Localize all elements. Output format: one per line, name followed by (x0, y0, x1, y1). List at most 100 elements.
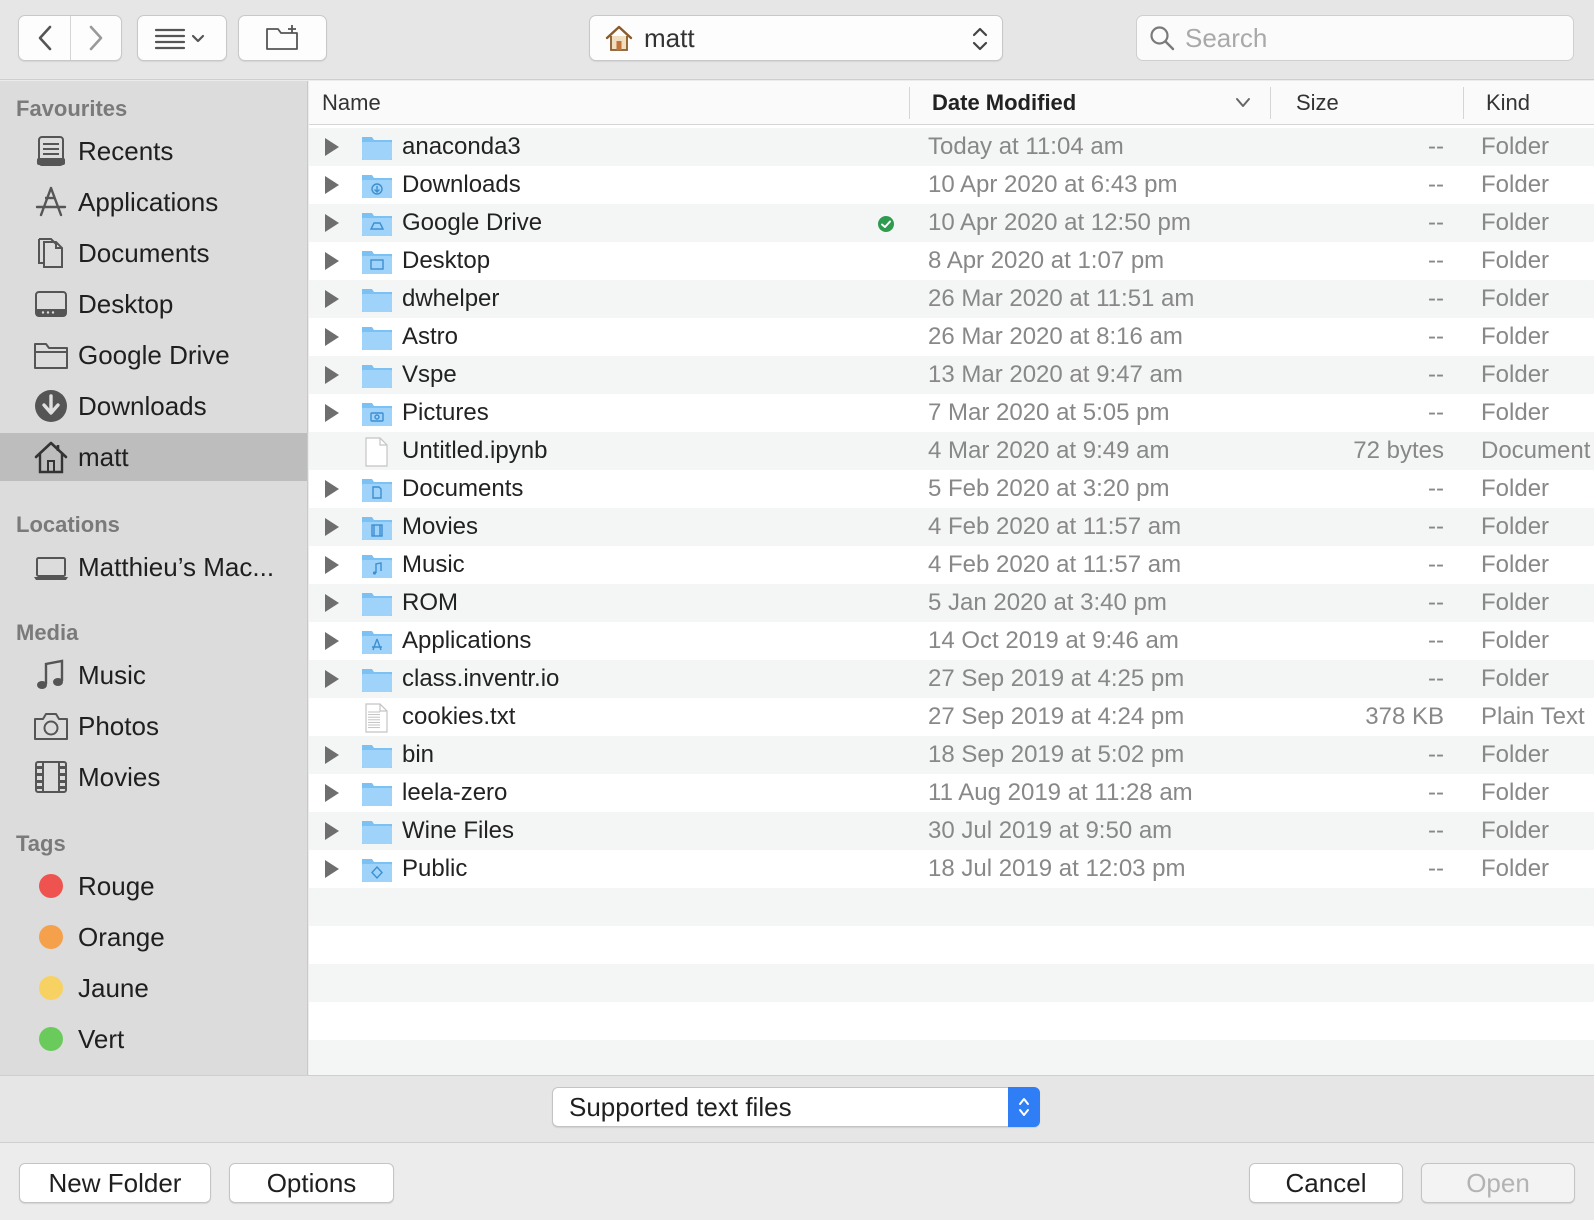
tag-dot-green (33, 1021, 69, 1057)
view-options-button[interactable] (137, 15, 227, 61)
file-name: cookies.txt (402, 703, 516, 730)
disclosure-triangle-icon[interactable] (325, 214, 339, 232)
sidebar-item-macbook[interactable]: Matthieu’s Mac... (0, 543, 307, 591)
disclosure-triangle-icon[interactable] (325, 632, 339, 650)
folder-public-icon (361, 855, 393, 883)
disclosure-triangle-icon[interactable] (325, 176, 339, 194)
file-row[interactable]: bin 18 Sep 2019 at 5:02 pm -- Folder (309, 736, 1594, 774)
file-row[interactable]: Movies 4 Feb 2020 at 11:57 am -- Folder (309, 508, 1594, 546)
file-type-filter-popup[interactable]: Supported text files (552, 1087, 1040, 1127)
disclosure-triangle-icon[interactable] (325, 328, 339, 346)
search-input[interactable] (1185, 22, 1565, 54)
file-list: Name Date Modified Size Kind anaconda3 To… (309, 81, 1594, 1075)
open-button[interactable]: Open (1421, 1163, 1575, 1203)
sidebar-item-downloads[interactable]: Downloads (0, 382, 307, 430)
file-date-modified: 27 Sep 2019 at 4:25 pm (928, 665, 1185, 692)
file-name: Untitled.ipynb (402, 437, 548, 464)
disclosure-triangle-icon[interactable] (325, 746, 339, 764)
options-button[interactable]: Options (229, 1163, 394, 1203)
column-date-modified[interactable]: Date Modified (932, 81, 1076, 125)
sidebar-item-documents[interactable]: Documents (0, 229, 307, 277)
disclosure-triangle-icon[interactable] (325, 784, 339, 802)
search-field[interactable] (1136, 15, 1574, 61)
column-header: Name Date Modified Size Kind (309, 81, 1594, 125)
new-folder-button[interactable]: New Folder (19, 1163, 211, 1203)
sidebar-item-tag-jaune[interactable]: Jaune (0, 964, 307, 1012)
disclosure-triangle-icon[interactable] (325, 404, 339, 422)
column-divider[interactable] (1463, 87, 1464, 119)
sidebar-item-matt[interactable]: matt (0, 433, 307, 481)
file-row[interactable]: Untitled.ipynb 4 Mar 2020 at 9:49 am 72 by… (309, 432, 1594, 470)
disclosure-triangle-icon[interactable] (325, 252, 339, 270)
sidebar-item-desktop[interactable]: Desktop (0, 280, 307, 328)
folder-drive-icon (361, 209, 393, 237)
disclosure-triangle-icon[interactable] (325, 366, 339, 384)
column-kind[interactable]: Kind (1486, 81, 1530, 125)
file-row[interactable]: Public 18 Jul 2019 at 12:03 pm -- Folder (309, 850, 1594, 888)
sidebar-item-tag-orange[interactable]: Orange (0, 913, 307, 961)
file-row[interactable]: class.inventr.io 27 Sep 2019 at 4:25 pm --… (309, 660, 1594, 698)
home-icon (605, 25, 633, 51)
film-icon (33, 759, 69, 795)
file-row[interactable]: Wine Files 30 Jul 2019 at 9:50 am -- Folder (309, 812, 1594, 850)
disclosure-triangle-icon[interactable] (325, 290, 339, 308)
disclosure-triangle-icon[interactable] (325, 480, 339, 498)
file-row[interactable]: anaconda3 Today at 11:04 am -- Folder (309, 128, 1594, 166)
column-divider[interactable] (1270, 87, 1271, 119)
forward-button[interactable] (70, 16, 121, 60)
file-date-modified: 30 Jul 2019 at 9:50 am (928, 817, 1173, 844)
path-popup[interactable]: matt (589, 15, 1003, 61)
disclosure-triangle-icon[interactable] (325, 138, 339, 156)
file-row[interactable]: leela-zero 11 Aug 2019 at 11:28 am -- Folde… (309, 774, 1594, 812)
file-row[interactable]: dwhelper 26 Mar 2020 at 11:51 am -- Folder (309, 280, 1594, 318)
sidebar-item-photos[interactable]: Photos (0, 702, 307, 750)
disclosure-triangle-icon[interactable] (325, 670, 339, 688)
file-size: -- (1428, 133, 1444, 160)
file-row[interactable]: Documents 5 Feb 2020 at 3:20 pm -- Folder (309, 470, 1594, 508)
sidebar: Favourites Recents Applications Document… (0, 81, 308, 1075)
cancel-button[interactable]: Cancel (1249, 1163, 1403, 1203)
file-row[interactable]: Astro 26 Mar 2020 at 8:16 am -- Folder (309, 318, 1594, 356)
disclosure-triangle-icon[interactable] (325, 556, 339, 574)
column-divider[interactable] (909, 87, 910, 119)
file-date-modified: 5 Feb 2020 at 3:20 pm (928, 475, 1170, 502)
file-date-modified: 18 Sep 2019 at 5:02 pm (928, 741, 1185, 768)
sidebar-item-applications[interactable]: Applications (0, 178, 307, 226)
sidebar-item-recents[interactable]: Recents (0, 127, 307, 175)
file-row[interactable]: Music 4 Feb 2020 at 11:57 am -- Folder (309, 546, 1594, 584)
file-row[interactable]: Desktop 8 Apr 2020 at 1:07 pm -- Folder (309, 242, 1594, 280)
file-row[interactable]: cookies.txt 27 Sep 2019 at 4:24 pm 378 KB P… (309, 698, 1594, 736)
file-row[interactable]: Vspe 13 Mar 2020 at 9:47 am -- Folder (309, 356, 1594, 394)
file-date-modified: 26 Mar 2020 at 11:51 am (928, 285, 1195, 312)
folder-icon (33, 337, 69, 373)
file-row[interactable]: Downloads 10 Apr 2020 at 6:43 pm -- Folder (309, 166, 1594, 204)
file-size: -- (1428, 513, 1444, 540)
sidebar-item-label: Rouge (78, 870, 155, 901)
file-name: anaconda3 (402, 133, 521, 160)
folder-icon (361, 361, 393, 389)
disclosure-triangle-icon[interactable] (325, 594, 339, 612)
file-row[interactable]: Applications 14 Oct 2019 at 9:46 am -- Fold… (309, 622, 1594, 660)
disclosure-triangle-icon[interactable] (325, 860, 339, 878)
column-size[interactable]: Size (1296, 81, 1339, 125)
file-row[interactable]: Pictures 7 Mar 2020 at 5:05 pm -- Folder (309, 394, 1594, 432)
sidebar-item-music[interactable]: Music (0, 651, 307, 699)
column-name[interactable]: Name (322, 81, 381, 125)
file-row[interactable]: ROM 5 Jan 2020 at 3:40 pm -- Folder (309, 584, 1594, 622)
new-folder-toolbar-button[interactable] (238, 15, 327, 61)
file-name: class.inventr.io (402, 665, 560, 692)
back-button[interactable] (19, 16, 70, 60)
disclosure-triangle-icon[interactable] (325, 518, 339, 536)
folder-icon (361, 779, 393, 807)
file-row[interactable]: Google Drive 10 Apr 2020 at 12:50 pm -- Fol… (309, 204, 1594, 242)
file-date-modified: 27 Sep 2019 at 4:24 pm (928, 703, 1185, 730)
file-date-modified: 10 Apr 2020 at 6:43 pm (928, 171, 1178, 198)
sidebar-item-tag-vert[interactable]: Vert (0, 1015, 307, 1063)
file-size: -- (1428, 247, 1444, 274)
folder-downloads-icon (361, 171, 393, 199)
sidebar-item-tag-rouge[interactable]: Rouge (0, 862, 307, 910)
sidebar-item-google-drive[interactable]: Google Drive (0, 331, 307, 379)
sidebar-item-movies[interactable]: Movies (0, 753, 307, 801)
disclosure-triangle-icon[interactable] (325, 822, 339, 840)
music-icon (33, 657, 69, 693)
